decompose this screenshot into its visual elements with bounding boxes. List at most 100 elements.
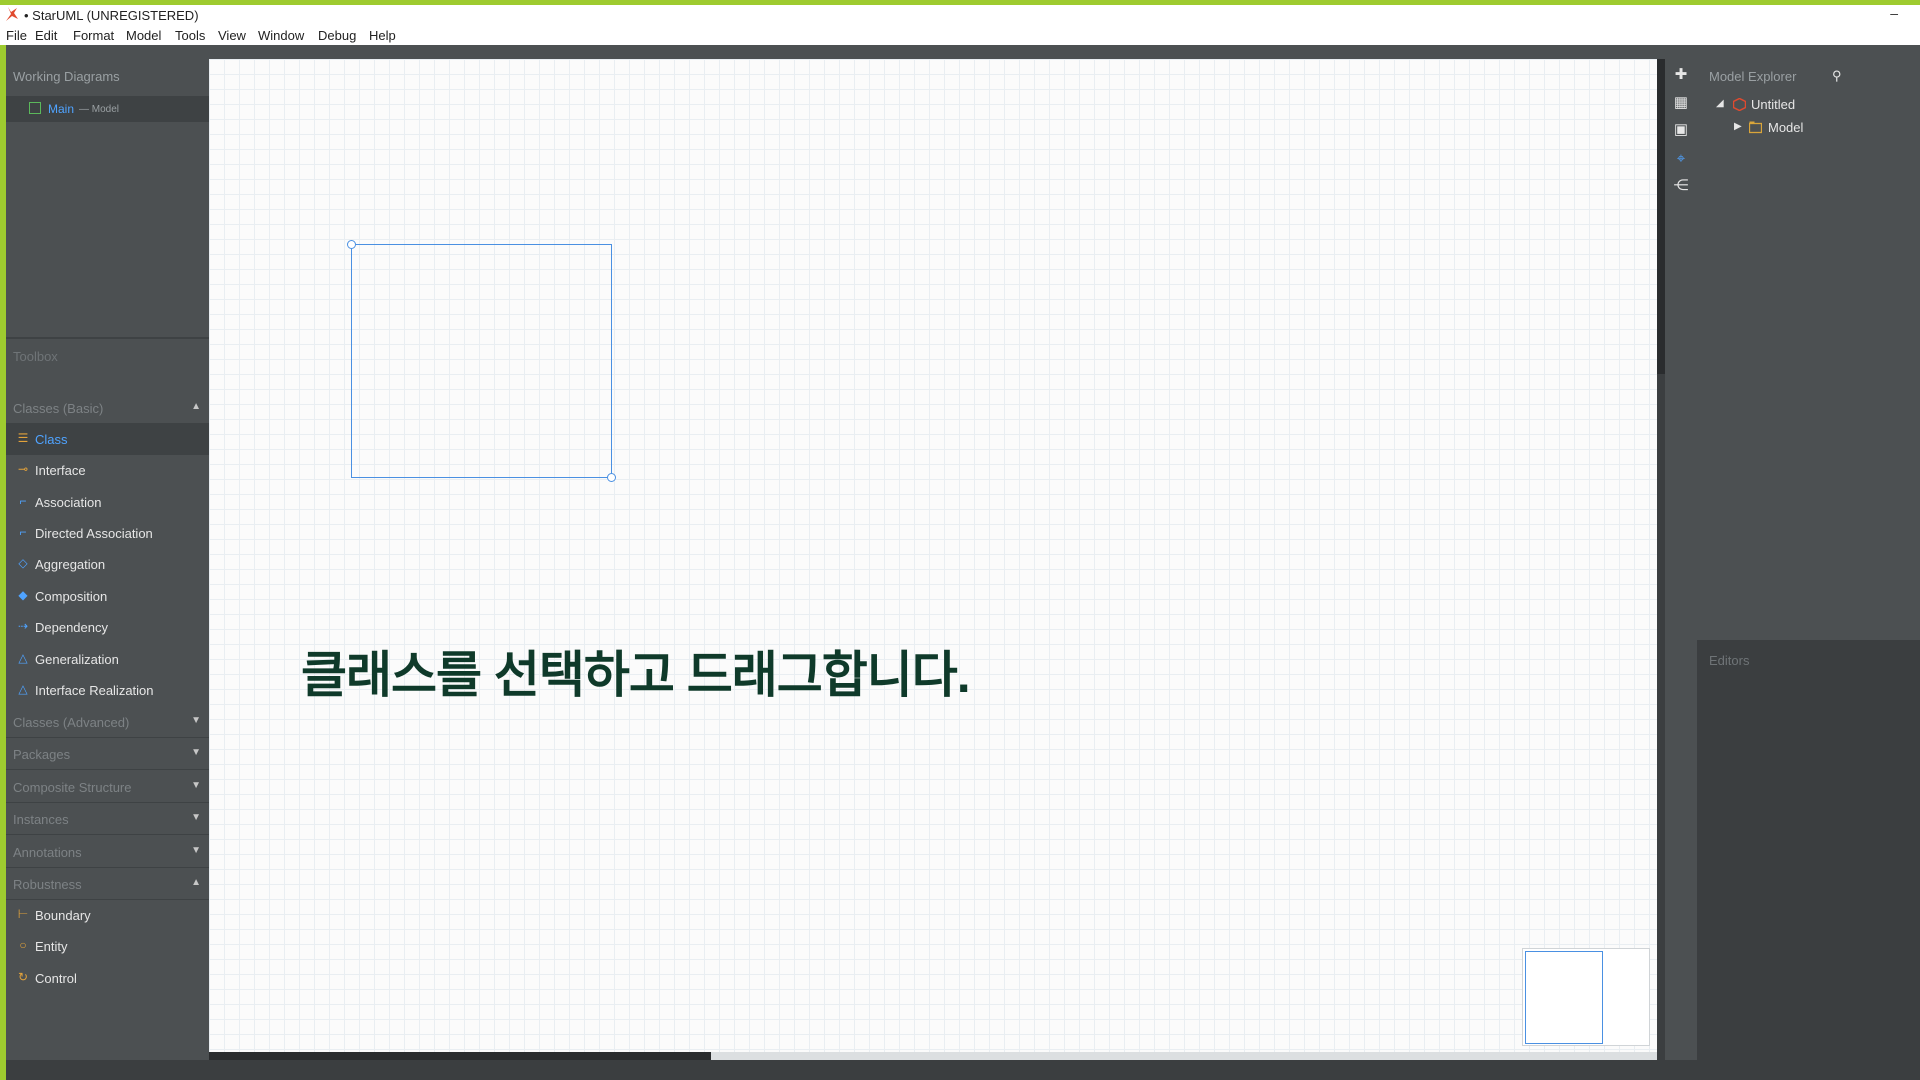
resize-handle-top-left[interactable]	[347, 240, 356, 249]
diagram-canvas[interactable]: 클래스를 선택하고 드래그합니다.	[209, 59, 1665, 1060]
tool-label: Class	[35, 432, 68, 447]
dependency-icon: ⇢	[17, 619, 29, 633]
search-icon[interactable]: ⚲	[1832, 68, 1842, 84]
tool-entity[interactable]: ○ Entity	[6, 931, 209, 962]
interface-icon: ⊸	[17, 462, 29, 476]
control-icon: ↻	[17, 970, 29, 984]
toolbox-header: Toolbox	[13, 349, 58, 364]
tool-label: Entity	[35, 939, 68, 954]
menu-format[interactable]: Format	[73, 28, 114, 43]
tool-interface[interactable]: ⊸ Interface	[6, 455, 209, 486]
minimap[interactable]	[1522, 948, 1650, 1046]
project-icon	[1733, 98, 1746, 111]
menu-model[interactable]: Model	[126, 28, 161, 43]
model-search[interactable]: ⚲	[1832, 68, 1920, 86]
menu-view[interactable]: View	[218, 28, 246, 43]
share-icon[interactable]: ⋲	[1671, 176, 1691, 196]
tool-directed-association[interactable]: ⌐ Directed Association	[6, 518, 209, 549]
section-packages[interactable]: Packages ▼	[6, 738, 209, 770]
section-label: Classes (Advanced)	[13, 715, 130, 730]
navigator-icon[interactable]: ⌖	[1671, 149, 1691, 169]
staruml-logo-icon	[6, 7, 18, 21]
tool-dependency[interactable]: ⇢ Dependency	[6, 612, 209, 643]
side-icon-bar: ✚ ▦ ▣ ⌖ ⋲	[1665, 59, 1697, 1060]
working-diagram-sub: — Model	[79, 104, 120, 115]
resize-handle-bottom-right[interactable]	[607, 473, 616, 482]
markdown-icon[interactable]: ▣	[1671, 120, 1691, 140]
tool-association[interactable]: ⌐ Association	[6, 487, 209, 518]
class-icon: ☰	[17, 431, 29, 445]
menu-edit[interactable]: Edit	[35, 28, 57, 43]
section-label: Annotations	[13, 845, 82, 860]
left-sidebar: Working Diagrams Main — Model Toolbox Cl…	[6, 59, 209, 1060]
minimize-button[interactable]: –	[1890, 5, 1898, 21]
collapse-arrow-icon: ▲	[191, 401, 201, 412]
model-package-icon	[1749, 121, 1762, 134]
menu-tools[interactable]: Tools	[175, 28, 205, 43]
expand-arrow-icon: ▼	[191, 845, 201, 856]
section-robustness[interactable]: Robustness ▲	[6, 868, 209, 900]
expand-arrow-icon: ▼	[191, 715, 201, 726]
tree-label: Model	[1768, 120, 1804, 135]
working-diagram-main[interactable]: Main — Model	[6, 96, 209, 122]
section-label: Classes (Basic)	[13, 401, 104, 416]
panel-divider[interactable]	[6, 337, 209, 339]
boundary-icon: ⊢	[17, 907, 29, 921]
section-classes-advanced[interactable]: Classes (Advanced) ▼	[6, 706, 209, 738]
section-composite-structure[interactable]: Composite Structure ▼	[6, 771, 209, 803]
layout-icon[interactable]: ▦	[1671, 93, 1691, 113]
tool-label: Dependency	[35, 620, 108, 635]
window-title: • StarUML (UNREGISTERED)	[24, 8, 199, 23]
menu-bar: File Edit Format Model Tools View Window…	[0, 25, 1920, 45]
title-bar: • StarUML (UNREGISTERED) –	[0, 5, 1920, 25]
section-label: Instances	[13, 812, 69, 827]
working-diagram-label: Main	[48, 102, 75, 116]
section-instances[interactable]: Instances ▼	[6, 803, 209, 835]
tree-item-untitled[interactable]: ◢ Untitled	[1697, 96, 1920, 116]
tree-label: Untitled	[1751, 97, 1796, 112]
expand-arrow-icon: ▼	[191, 780, 201, 791]
toolbar-strip	[6, 45, 1920, 59]
expand-arrow-icon: ▼	[191, 747, 201, 758]
status-bar	[6, 1060, 1920, 1080]
generalization-icon: △	[18, 651, 28, 665]
aggregation-icon: ◇	[18, 556, 28, 570]
instruction-caption: 클래스를 선택하고 드래그합니다.	[301, 647, 971, 703]
collapsed-triangle-icon[interactable]: ▶	[1734, 121, 1742, 132]
tool-class[interactable]: ☰ Class	[6, 424, 209, 455]
section-label: Composite Structure	[13, 780, 132, 795]
menu-window[interactable]: Window	[258, 28, 304, 43]
model-explorer-panel: Model Explorer ⚲ ◢ Untitled ▶ Model	[1697, 59, 1920, 640]
tool-label: Directed Association	[35, 526, 153, 541]
tool-label: Association	[35, 495, 102, 510]
tool-label: Composition	[35, 589, 108, 604]
tool-boundary[interactable]: ⊢ Boundary	[6, 900, 209, 931]
expanded-triangle-icon[interactable]: ◢	[1716, 98, 1724, 109]
interface-realization-icon: △	[18, 682, 28, 696]
menu-debug[interactable]: Debug	[318, 28, 356, 43]
tool-label: Aggregation	[35, 557, 106, 572]
association-icon: ⌐	[19, 494, 27, 508]
tool-label: Interface	[35, 463, 86, 478]
class-diagram-icon	[29, 102, 41, 114]
tool-interface-realization[interactable]: △ Interface Realization	[6, 675, 209, 706]
tool-control[interactable]: ↻ Control	[6, 963, 209, 994]
vertical-scrollbar-thumb[interactable]	[1657, 59, 1665, 374]
composition-icon: ◆	[18, 588, 28, 602]
minimap-viewport[interactable]	[1525, 951, 1603, 1044]
tree-item-model[interactable]: ▶ Model	[1697, 119, 1920, 139]
menu-file[interactable]: File	[6, 28, 27, 43]
tool-generalization[interactable]: △ Generalization	[6, 644, 209, 675]
section-annotations[interactable]: Annotations ▼	[6, 836, 209, 868]
menu-help[interactable]: Help	[369, 28, 396, 43]
extensions-icon[interactable]: ✚	[1671, 65, 1691, 85]
tool-composition[interactable]: ◆ Composition	[6, 581, 209, 612]
tool-aggregation[interactable]: ◇ Aggregation	[6, 549, 209, 580]
section-classes-basic[interactable]: Classes (Basic) ▲	[6, 392, 209, 424]
tool-label: Boundary	[35, 908, 91, 923]
entity-icon: ○	[19, 938, 27, 952]
tool-label: Interface Realization	[35, 683, 154, 698]
selection-rectangle[interactable]	[351, 244, 612, 478]
horizontal-scrollbar-thumb[interactable]	[209, 1052, 711, 1060]
directed-association-icon: ⌐	[19, 525, 27, 539]
